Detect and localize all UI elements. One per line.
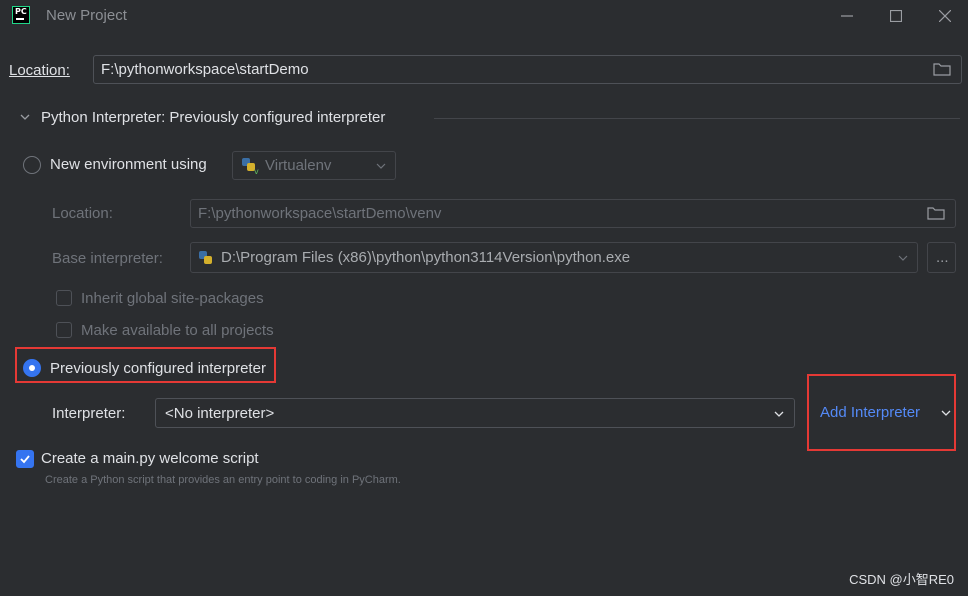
interpreter-select[interactable]: <No interpreter> — [155, 398, 795, 428]
chevron-down-icon — [774, 411, 784, 417]
svg-text:v: v — [254, 167, 259, 175]
window-title: New Project — [46, 7, 127, 24]
base-interpreter-value: D:\Program Files (x86)\python\python3114… — [221, 249, 631, 266]
new-environment-label: New environment using — [50, 156, 207, 173]
close-icon — [939, 10, 951, 22]
browse-interpreter-button[interactable]: ... — [927, 242, 956, 273]
close-button[interactable] — [922, 0, 968, 32]
make-available-label: Make available to all projects — [81, 322, 274, 339]
inherit-packages-label: Inherit global site-packages — [81, 290, 264, 307]
chevron-down-icon — [941, 410, 951, 416]
previous-interpreter-radio[interactable] — [23, 359, 41, 377]
location-value: F:\pythonworkspace\startDemo — [101, 61, 309, 78]
section-divider — [434, 118, 960, 119]
chevron-down-icon — [376, 163, 386, 169]
location-label: Location: — [9, 62, 70, 79]
chevron-down-icon — [898, 255, 908, 261]
add-interpreter-label: Add Interpreter — [820, 404, 921, 421]
pycharm-logo-icon: PC — [12, 6, 30, 24]
maximize-icon — [890, 10, 902, 22]
chevron-down-icon[interactable] — [19, 111, 31, 123]
folder-icon[interactable] — [933, 62, 951, 76]
interpreter-section-header[interactable]: Python Interpreter: Previously configure… — [41, 109, 385, 126]
add-interpreter-button[interactable]: Add Interpreter — [820, 404, 951, 424]
location-input[interactable]: F:\pythonworkspace\startDemo — [93, 55, 962, 84]
environment-tool-select[interactable]: v Virtualenv — [232, 151, 396, 180]
python-icon — [199, 251, 212, 264]
new-environment-radio[interactable] — [23, 156, 41, 174]
interpreter-value: <No interpreter> — [165, 405, 275, 422]
interpreter-label: Interpreter: — [52, 405, 126, 422]
welcome-script-checkbox[interactable] — [16, 450, 34, 468]
browse-interpreter-label: ... — [936, 249, 949, 266]
maximize-button[interactable] — [873, 0, 919, 32]
venv-location-value: F:\pythonworkspace\startDemo\venv — [198, 205, 442, 222]
checkmark-icon — [20, 455, 30, 464]
welcome-script-label: Create a main.py welcome script — [41, 450, 259, 467]
watermark: CSDN @小智RE0 — [849, 572, 954, 587]
base-interpreter-select[interactable]: D:\Program Files (x86)\python\python3114… — [190, 242, 918, 273]
environment-tool-value: Virtualenv — [265, 157, 332, 174]
previous-interpreter-label: Previously configured interpreter — [50, 360, 266, 377]
make-available-checkbox[interactable] — [56, 322, 72, 338]
inherit-packages-checkbox[interactable] — [56, 290, 72, 306]
folder-icon[interactable] — [927, 206, 945, 220]
python-icon: v — [242, 158, 259, 175]
welcome-script-description: Create a Python script that provides an … — [45, 474, 401, 486]
dialog-content: Location: F:\pythonworkspace\startDemo P… — [0, 40, 968, 596]
title-bar: PC New Project — [0, 0, 968, 32]
minimize-button[interactable] — [824, 0, 870, 32]
venv-location-label: Location: — [52, 205, 113, 222]
base-interpreter-label: Base interpreter: — [52, 250, 163, 267]
minimize-icon — [841, 15, 853, 17]
venv-location-input[interactable]: F:\pythonworkspace\startDemo\venv — [190, 199, 956, 228]
